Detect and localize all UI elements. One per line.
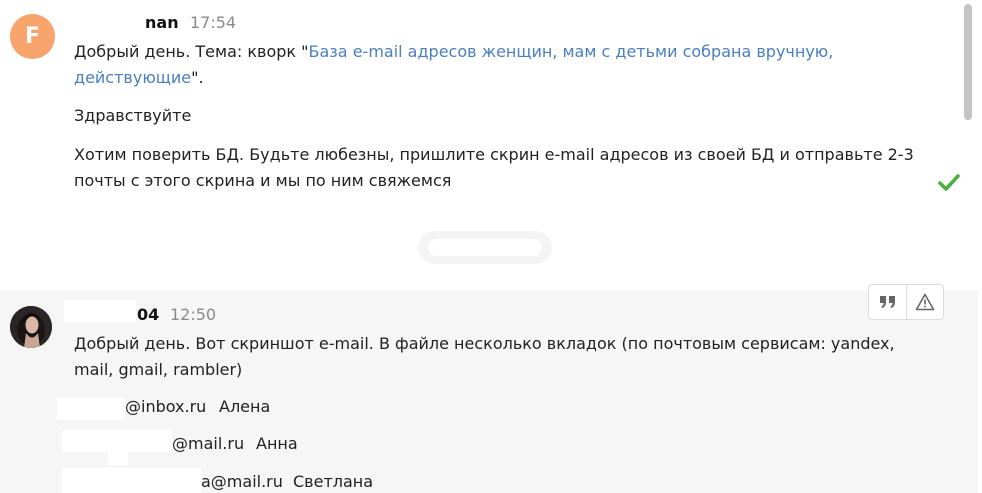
scrollbar[interactable] bbox=[962, 0, 978, 290]
email-address: @inbox.ru bbox=[125, 397, 207, 416]
window-edge bbox=[978, 0, 982, 493]
avatar-photo-icon bbox=[10, 306, 52, 348]
email-redaction bbox=[62, 468, 201, 493]
message-time: 17:54 bbox=[190, 13, 237, 32]
message-actions bbox=[868, 284, 944, 320]
message-incoming: F nan 17:54 Добрый день. Тема: кворк "Ба… bbox=[0, 0, 962, 290]
message-reply: 04 12:50 Добрый день. Вот скриншот e-mai… bbox=[0, 284, 978, 493]
date-separator-inner bbox=[428, 239, 542, 256]
email-address: @mail.ru bbox=[172, 434, 245, 453]
contact-name: Светлана bbox=[293, 472, 374, 491]
avatar[interactable]: F bbox=[10, 14, 55, 59]
email-redaction bbox=[108, 448, 128, 465]
checkmark-icon bbox=[938, 174, 960, 191]
author-name[interactable]: nan bbox=[145, 13, 179, 32]
contact-name: Анна bbox=[256, 434, 298, 453]
scrollbar-thumb[interactable] bbox=[964, 4, 972, 120]
contact-name: Алена bbox=[219, 397, 271, 416]
greeting-text: Здравствуйте bbox=[74, 106, 192, 125]
message-text-prefix: Добрый день. Тема: кворк " bbox=[74, 42, 309, 61]
message-time: 12:50 bbox=[170, 305, 217, 324]
message-text: Добрый день. Вот скриншот e-mail. В файл… bbox=[74, 334, 895, 379]
author-name[interactable]: 04 bbox=[137, 305, 159, 324]
email-address: a@mail.ru bbox=[201, 472, 283, 491]
message-text-suffix: ". bbox=[191, 68, 204, 87]
date-separator bbox=[418, 231, 552, 264]
warning-icon bbox=[915, 293, 935, 311]
avatar[interactable] bbox=[10, 306, 52, 348]
quote-icon bbox=[879, 296, 895, 308]
report-button[interactable] bbox=[906, 285, 943, 319]
quote-button[interactable] bbox=[869, 285, 906, 319]
message-text: Добрый день. Тема: кворк "База e-mail ад… bbox=[74, 39, 864, 91]
email-redaction bbox=[57, 398, 125, 420]
message-body: Хотим поверить БД. Будьте любезны, пришл… bbox=[74, 145, 914, 190]
author-name-redaction bbox=[64, 300, 136, 322]
chat-thread: F nan 17:54 Добрый день. Тема: кворк "Ба… bbox=[0, 0, 982, 493]
